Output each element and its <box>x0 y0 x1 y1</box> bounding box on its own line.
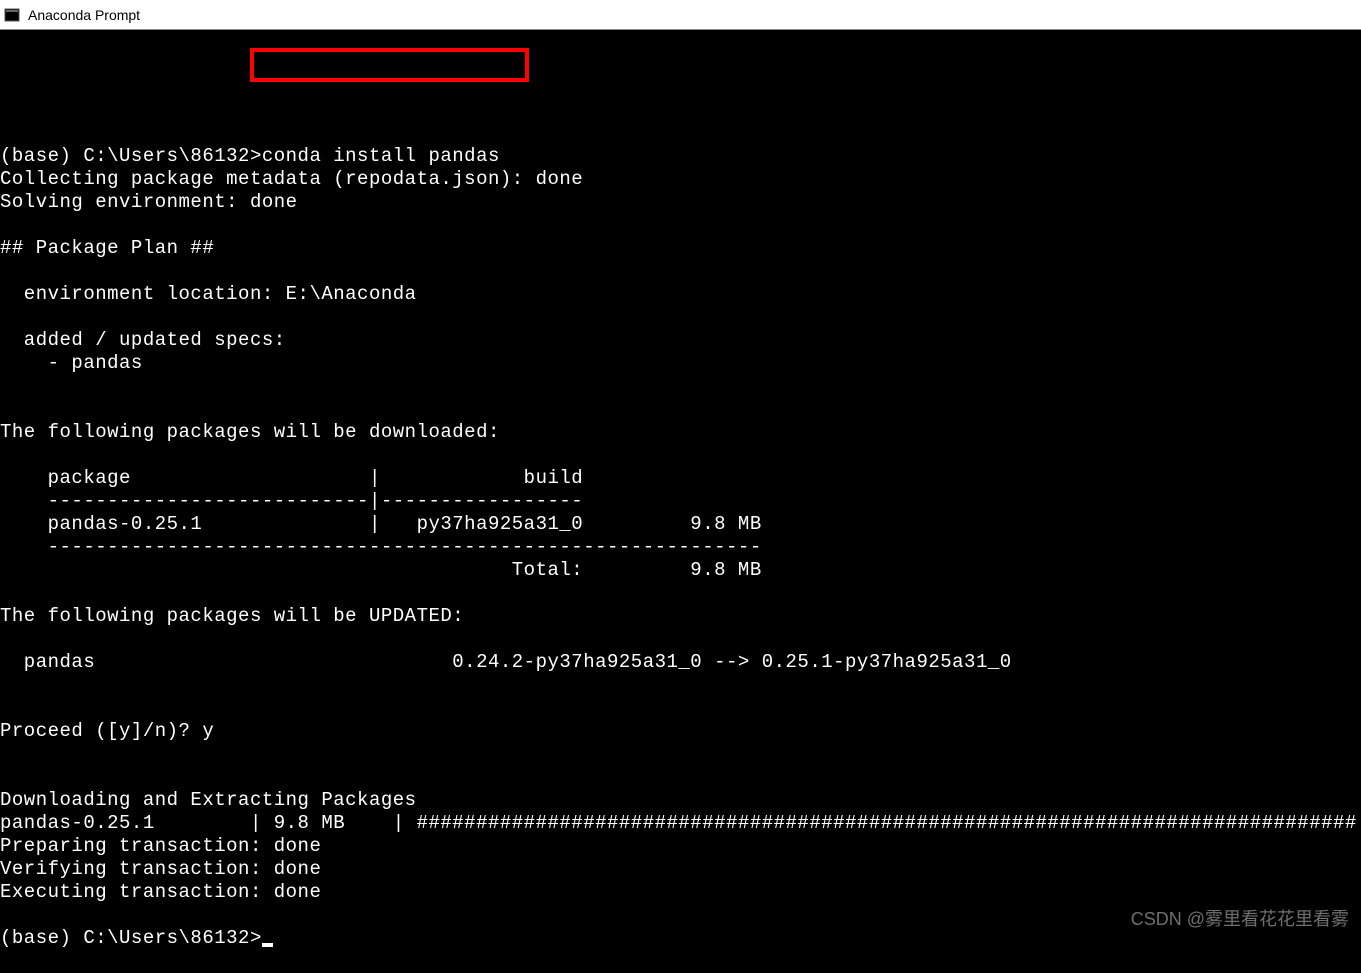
progress-line: pandas-0.25.1 | 9.8 MB | ###############… <box>0 812 1361 834</box>
output-line: ## Package Plan ## <box>0 237 214 259</box>
output-line: Executing transaction: done <box>0 881 321 903</box>
terminal-content: (base) C:\Users\86132>conda install pand… <box>0 99 1361 950</box>
cursor <box>262 943 273 947</box>
prompt: (base) C:\Users\86132> <box>0 145 262 167</box>
output-line: The following packages will be downloade… <box>0 421 500 443</box>
prompt: (base) C:\Users\86132> <box>0 927 262 949</box>
proceed-input[interactable]: y <box>202 720 214 742</box>
command-highlight <box>250 48 529 82</box>
window-title: Anaconda Prompt <box>28 7 140 23</box>
output-line: Collecting package metadata (repodata.js… <box>0 168 583 190</box>
proceed-prompt: Proceed ([y]/n)? <box>0 720 202 742</box>
table-total: Total: 9.8 MB <box>0 559 762 581</box>
output-line: Solving environment: done <box>0 191 298 213</box>
table-header: package | build <box>0 467 583 489</box>
output-line: Preparing transaction: done <box>0 835 321 857</box>
table-divider: ---------------------------|------------… <box>0 490 583 512</box>
table-row: pandas-0.25.1 | py37ha925a31_0 9.8 MB <box>0 513 762 535</box>
table-divider: ----------------------------------------… <box>0 536 762 558</box>
output-line: - pandas <box>0 352 143 374</box>
terminal-icon <box>4 7 20 23</box>
output-line: environment location: E:\Anaconda <box>0 283 417 305</box>
command-text: conda install pandas <box>262 145 500 167</box>
terminal-area[interactable]: (base) C:\Users\86132>conda install pand… <box>0 30 1361 973</box>
output-line: added / updated specs: <box>0 329 286 351</box>
output-line: Verifying transaction: done <box>0 858 321 880</box>
update-row: pandas 0.24.2-py37ha925a31_0 --> 0.25.1-… <box>0 651 1012 673</box>
output-line: Downloading and Extracting Packages <box>0 789 417 811</box>
window-titlebar[interactable]: Anaconda Prompt <box>0 0 1361 30</box>
output-line: The following packages will be UPDATED: <box>0 605 464 627</box>
